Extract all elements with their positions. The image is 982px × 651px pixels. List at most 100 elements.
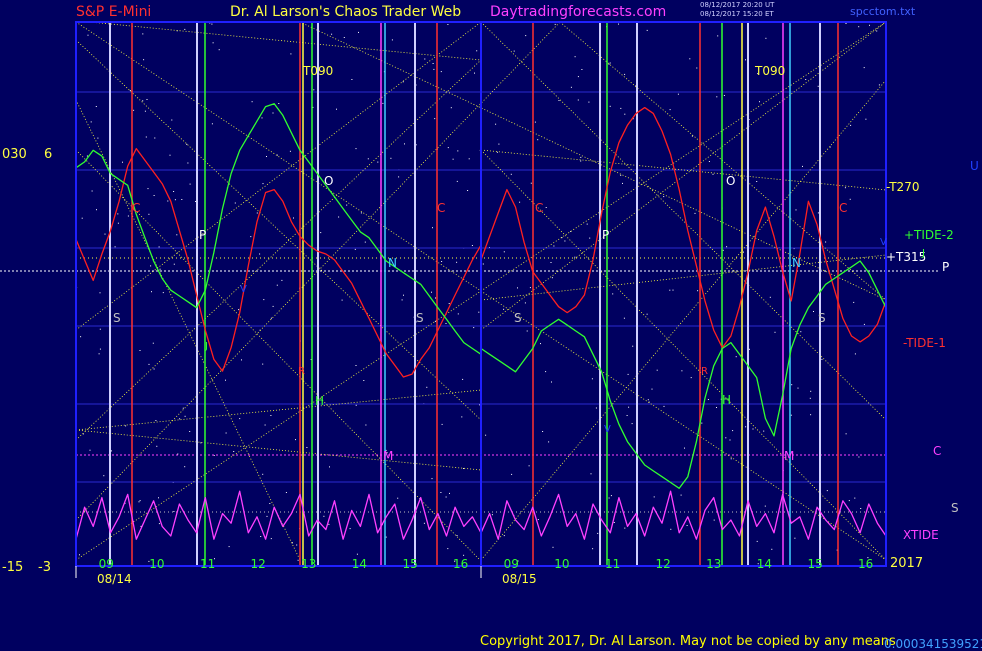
star-dot xyxy=(805,79,807,80)
star-dot xyxy=(771,548,773,550)
star-dot xyxy=(363,380,365,381)
star-dot xyxy=(440,71,442,73)
star-dot xyxy=(270,415,272,416)
star-dot xyxy=(158,523,160,525)
marker-m-1: M xyxy=(383,449,393,463)
star-dot xyxy=(212,42,214,44)
star-dot xyxy=(329,466,330,468)
marker-c-2b: C xyxy=(839,201,847,215)
star-dot xyxy=(402,81,404,83)
star-dot xyxy=(810,414,812,416)
star-dot xyxy=(441,261,443,262)
star-dot xyxy=(618,23,619,25)
star-dot xyxy=(182,407,184,409)
x-tick-label: 14 xyxy=(352,557,367,571)
marker-n-2: N xyxy=(792,256,801,270)
star-dot xyxy=(844,187,846,189)
star-dot xyxy=(474,72,475,74)
star-dot xyxy=(211,123,213,125)
star-dot xyxy=(609,105,611,107)
star-dot xyxy=(471,245,473,246)
star-dot xyxy=(323,515,325,517)
star-dot xyxy=(290,53,292,55)
bottom-id: 0.000341539521 xyxy=(884,637,982,651)
star-dot xyxy=(171,119,173,121)
star-dot xyxy=(759,101,760,103)
star-dot xyxy=(774,331,776,333)
star-dot xyxy=(723,95,725,96)
star-dot xyxy=(261,117,263,119)
star-dot xyxy=(295,439,296,441)
x-tick-label: 13 xyxy=(706,557,721,571)
star-dot xyxy=(581,69,583,70)
timestamp-ut: 08/12/2017 20:20 UT xyxy=(700,1,775,9)
star-dot xyxy=(145,136,147,138)
star-dot xyxy=(848,500,850,502)
star-dot xyxy=(854,497,856,499)
label-t315: +T315 xyxy=(886,250,926,264)
star-dot xyxy=(725,437,727,439)
label-p: P xyxy=(942,260,949,274)
star-dot xyxy=(677,93,679,95)
star-dot xyxy=(646,313,648,315)
star-dot xyxy=(878,84,880,86)
star-dot xyxy=(717,35,719,37)
star-dot xyxy=(447,24,449,25)
marker-n-1: N xyxy=(388,256,397,270)
marker-c-1a: C xyxy=(132,201,140,215)
marker-c-1b: C xyxy=(437,201,445,215)
star-dot xyxy=(577,99,579,101)
star-dot xyxy=(441,423,443,425)
label-tide2: +TIDE-2 xyxy=(904,228,954,242)
x-tick-label: 14 xyxy=(757,557,772,571)
star-dot xyxy=(627,373,629,375)
star-dot xyxy=(716,407,717,408)
star-dot xyxy=(849,198,851,200)
star-dot xyxy=(540,343,541,345)
star-dot xyxy=(510,173,512,175)
marker-s-1a: S xyxy=(113,311,121,325)
star-dot xyxy=(272,305,274,307)
star-dot xyxy=(147,188,149,190)
star-dot xyxy=(114,246,116,248)
site-title: Dr. Al Larson's Chaos Trader Web xyxy=(230,4,462,20)
star-dot xyxy=(745,59,746,61)
star-dot xyxy=(177,453,179,455)
year-label: 2017 xyxy=(890,556,923,571)
star-dot xyxy=(612,293,614,295)
star-dot xyxy=(239,418,241,420)
star-dot xyxy=(263,299,265,301)
star-dot xyxy=(448,303,450,304)
star-dot xyxy=(266,156,267,157)
star-dot xyxy=(624,113,626,115)
star-dot xyxy=(498,143,500,145)
star-dot xyxy=(292,542,293,544)
star-dot xyxy=(144,110,146,112)
star-dot xyxy=(122,161,123,163)
star-dot xyxy=(355,404,357,406)
label-s: S xyxy=(951,501,959,515)
marker-o-2: O xyxy=(726,174,735,188)
star-dot xyxy=(346,204,348,206)
star-dot xyxy=(296,544,298,546)
star-dot xyxy=(426,386,428,388)
star-dot xyxy=(456,180,458,182)
star-dot xyxy=(278,103,280,104)
star-dot xyxy=(696,67,698,69)
star-dot xyxy=(398,176,400,178)
star-dot xyxy=(670,528,672,530)
star-dot xyxy=(482,263,484,265)
star-dot xyxy=(821,358,823,360)
star-dot xyxy=(281,279,283,281)
star-dot xyxy=(148,213,150,215)
star-dot xyxy=(826,490,828,492)
star-dot xyxy=(104,233,106,235)
star-dot xyxy=(167,200,169,202)
label-t270: -T270 xyxy=(886,180,919,194)
star-dot xyxy=(485,434,487,436)
star-dot xyxy=(722,249,724,251)
star-dot xyxy=(153,368,155,370)
left-axis-bottom-2: -3 xyxy=(38,560,51,575)
star-dot xyxy=(553,245,555,247)
star-dot xyxy=(447,548,449,550)
